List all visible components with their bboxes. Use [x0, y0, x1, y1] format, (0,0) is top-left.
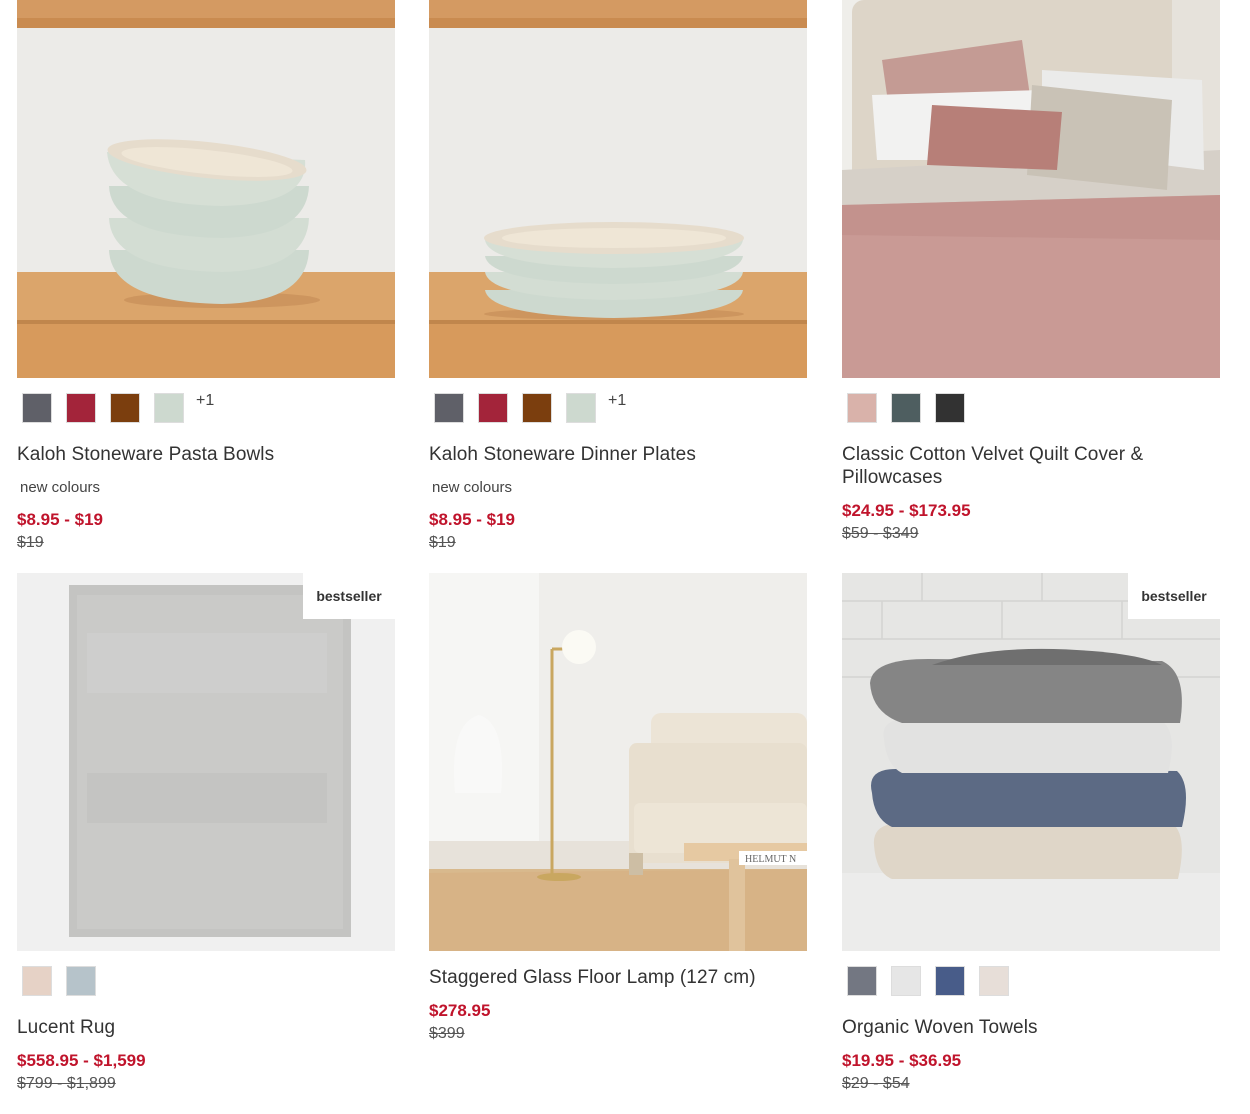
product-image[interactable]: bestseller — [842, 573, 1220, 951]
color-swatch[interactable] — [478, 393, 508, 423]
sale-price: $24.95 - $173.95 — [842, 501, 971, 520]
more-colors-link[interactable]: +1 — [608, 392, 626, 410]
sale-price: $278.95 — [429, 1001, 491, 1020]
color-swatches — [842, 966, 1018, 996]
color-swatch[interactable] — [847, 966, 877, 996]
new-colours-tag: new colours — [432, 479, 513, 496]
book-title-text: HELMUT N — [745, 854, 796, 865]
color-swatch[interactable] — [566, 393, 596, 423]
original-price: $399 — [429, 1025, 465, 1042]
floor-lamp-image: HELMUT N — [429, 573, 807, 951]
color-swatch[interactable] — [891, 393, 921, 423]
color-swatch[interactable] — [22, 966, 52, 996]
product-title[interactable]: Staggered Glass Floor Lamp (127 cm) — [429, 966, 759, 989]
bestseller-badge: bestseller — [303, 573, 395, 619]
bestseller-badge: bestseller — [1128, 573, 1220, 619]
product-image[interactable]: HELMUT N — [429, 573, 807, 951]
product-title[interactable]: Kaloh Stoneware Pasta Bowls — [17, 443, 347, 466]
towels-image — [842, 573, 1220, 951]
color-swatch[interactable] — [110, 393, 140, 423]
color-swatch[interactable] — [935, 966, 965, 996]
velvet-quilt-image — [842, 0, 1220, 378]
sale-price: $8.95 - $19 — [17, 510, 104, 529]
color-swatches — [17, 966, 105, 996]
sale-price: $8.95 - $19 — [429, 510, 516, 529]
product-image[interactable] — [17, 0, 395, 378]
product-image[interactable] — [842, 0, 1220, 378]
product-title[interactable]: Classic Cotton Velvet Quilt Cover & Pill… — [842, 443, 1172, 489]
original-price: $59 - $349 — [842, 525, 919, 542]
color-swatch[interactable] — [522, 393, 552, 423]
color-swatches: +1 — [429, 392, 626, 423]
color-swatches: +1 — [17, 392, 214, 423]
color-swatch[interactable] — [22, 393, 52, 423]
color-swatches — [842, 393, 974, 423]
color-swatch[interactable] — [891, 966, 921, 996]
new-colours-tag: new colours — [20, 479, 101, 496]
sale-price: $19.95 - $36.95 — [842, 1051, 962, 1070]
sale-price: $558.95 - $1,599 — [17, 1051, 146, 1070]
color-swatch[interactable] — [847, 393, 877, 423]
color-swatch[interactable] — [66, 966, 96, 996]
color-swatch[interactable] — [154, 393, 184, 423]
color-swatch[interactable] — [935, 393, 965, 423]
product-title[interactable]: Organic Woven Towels — [842, 1016, 1172, 1039]
product-grid: +1 Kaloh Stoneware Pasta Bowls new colou… — [0, 0, 1250, 1114]
product-image[interactable]: bestseller — [17, 573, 395, 951]
color-swatch[interactable] — [434, 393, 464, 423]
product-image[interactable] — [429, 0, 807, 378]
product-title[interactable]: Kaloh Stoneware Dinner Plates — [429, 443, 759, 466]
original-price: $799 - $1,899 — [17, 1075, 116, 1092]
product-title[interactable]: Lucent Rug — [17, 1016, 347, 1039]
original-price: $19 — [429, 534, 456, 551]
lucent-rug-image — [17, 573, 395, 951]
more-colors-link[interactable]: +1 — [196, 392, 214, 410]
pasta-bowls-image — [17, 0, 395, 378]
dinner-plates-image — [429, 0, 807, 378]
color-swatch[interactable] — [979, 966, 1009, 996]
original-price: $29 - $54 — [842, 1075, 910, 1092]
color-swatch[interactable] — [66, 393, 96, 423]
original-price: $19 — [17, 534, 44, 551]
